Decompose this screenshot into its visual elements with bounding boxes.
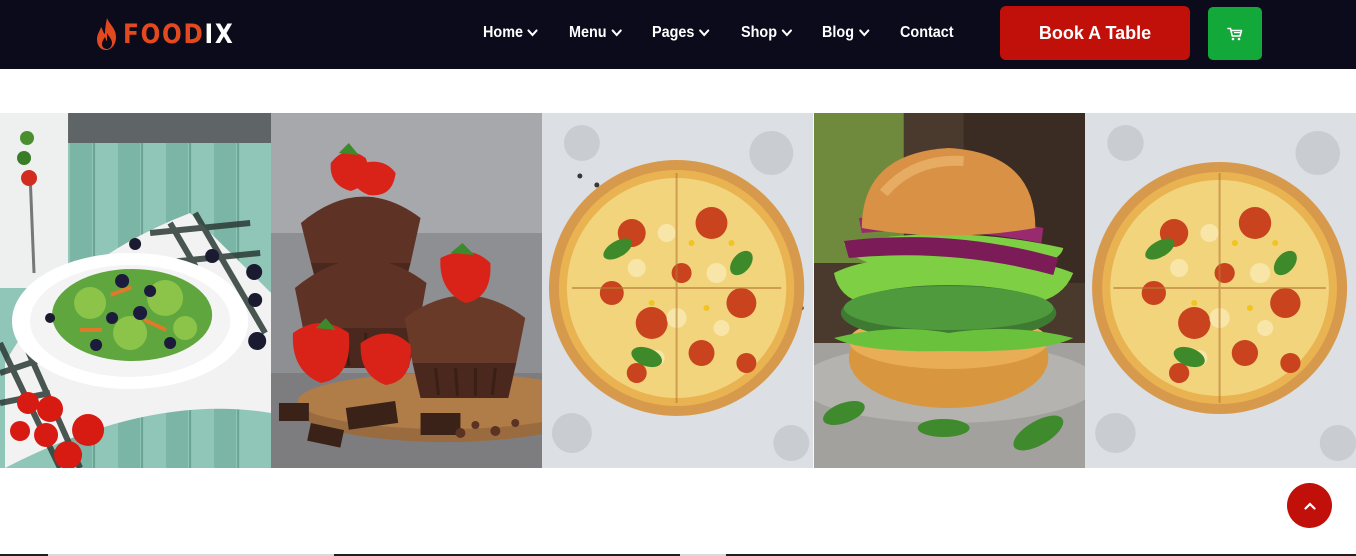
gallery-image-burger[interactable] bbox=[813, 113, 1085, 468]
chevron-down-icon bbox=[781, 29, 792, 37]
chevron-down-icon bbox=[611, 29, 622, 37]
nav-item-label: Contact bbox=[900, 24, 954, 41]
brand-logo[interactable]: FOOD IX bbox=[95, 16, 253, 52]
gallery-image-muffins[interactable] bbox=[271, 113, 543, 468]
gallery-image-pizza[interactable] bbox=[1084, 113, 1356, 468]
nav-item-label: Shop bbox=[741, 24, 777, 41]
nav-item-label: Pages bbox=[652, 24, 695, 41]
salad-image bbox=[0, 113, 272, 468]
nav-item-shop[interactable]: Shop bbox=[741, 24, 792, 42]
pizza-image bbox=[1084, 113, 1356, 468]
chevron-down-icon bbox=[527, 29, 538, 37]
gallery-image-salad[interactable] bbox=[0, 113, 272, 468]
chevron-down-icon bbox=[699, 29, 710, 37]
flame-icon bbox=[97, 18, 116, 50]
nav-item-label: Home bbox=[483, 24, 524, 41]
nav-item-pages[interactable]: Pages bbox=[652, 24, 710, 42]
pizza-image bbox=[542, 113, 814, 468]
nav-item-home[interactable]: Home bbox=[483, 24, 538, 42]
nav-item-menu[interactable]: Menu bbox=[569, 24, 622, 42]
nav-item-label: Blog bbox=[822, 24, 854, 41]
scroll-to-top-button[interactable] bbox=[1287, 483, 1332, 528]
chevron-up-icon bbox=[1303, 501, 1316, 510]
nav-item-label: Menu bbox=[569, 24, 607, 41]
cart-button[interactable] bbox=[1208, 7, 1262, 60]
brand-name: FOOD IX bbox=[123, 21, 234, 48]
site-header: FOOD IX Home Menu Pages Shop Blog Contact… bbox=[0, 0, 1356, 69]
cart-icon bbox=[1227, 27, 1243, 40]
brand-name-head: FOOD bbox=[123, 18, 205, 50]
burger-image bbox=[813, 113, 1085, 468]
nav-item-contact[interactable]: Contact bbox=[900, 24, 954, 42]
book-table-button[interactable]: Book A Table bbox=[1000, 6, 1190, 60]
muffin-image bbox=[271, 113, 543, 468]
brand-name-tail: IX bbox=[204, 18, 235, 50]
chevron-down-icon bbox=[858, 29, 869, 37]
gallery-image-pizza[interactable] bbox=[542, 113, 814, 468]
nav-item-blog[interactable]: Blog bbox=[822, 24, 869, 42]
food-gallery bbox=[0, 113, 1356, 468]
